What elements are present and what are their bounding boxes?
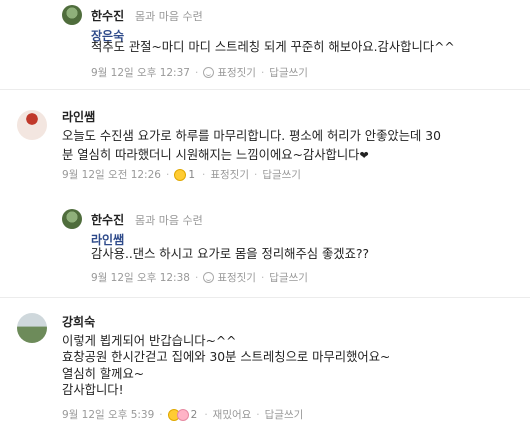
comment-time: 9월 12일 오후 5:39	[62, 409, 155, 421]
comment-text: 척추도 관절~마디 마디 스트레칭 되게 꾸준히 해보아요.감사합니다^^	[91, 40, 455, 54]
divider	[0, 297, 530, 298]
react-button[interactable]: 표정짓기	[210, 167, 249, 182]
avatar[interactable]	[17, 313, 47, 343]
reply-button[interactable]: 답글쓰기	[262, 167, 301, 182]
comment-author[interactable]: 한수진	[91, 7, 124, 24]
reply-button[interactable]: 답글쓰기	[265, 407, 304, 422]
author-tag: 몸과 마음 수련	[135, 10, 203, 23]
comment-text: 분 열심히 따라했더니 시원해지는 느낌이에요~감사합니다❤	[62, 148, 369, 162]
reaction-count[interactable]: 1	[188, 169, 195, 181]
reply-button[interactable]: 답글쓰기	[269, 270, 308, 285]
comment-author[interactable]: 한수진	[91, 211, 124, 228]
divider	[0, 89, 530, 90]
comment-author[interactable]: 강희숙	[62, 313, 95, 330]
react-button[interactable]: 표정짓기	[217, 65, 256, 80]
comment-text: 오늘도 수진샘 요가로 하루를 마무리합니다. 평소에 허리가 안좋았는데 30	[62, 129, 441, 143]
comment-author[interactable]: 라인쌤	[62, 108, 95, 125]
smile-icon	[203, 272, 215, 283]
reaction-count[interactable]: 2	[191, 409, 198, 421]
heart-icon: ❤	[359, 149, 369, 162]
react-button[interactable]: 재밌어요	[213, 407, 252, 422]
laugh-emoji-icon[interactable]	[174, 168, 187, 181]
comment-time: 9월 12일 오후 12:37	[91, 67, 190, 79]
author-tag: 몸과 마음 수련	[135, 214, 203, 227]
avatar[interactable]	[62, 5, 82, 25]
avatar[interactable]	[62, 209, 82, 229]
reply-button[interactable]: 답글쓰기	[269, 65, 308, 80]
comment-time: 9월 12일 오전 12:26	[62, 169, 161, 181]
comment-meta: 9월 12일 오전 12:26 · 1 · 표정짓기 · 답글쓰기	[62, 167, 301, 182]
comment-time: 9월 12일 오후 12:38	[91, 272, 190, 284]
comment-text: 감사합니다!	[62, 383, 124, 397]
comment-text: 감사용..댄스 하시고 요가로 몸을 정리해주심 좋겠죠??	[91, 247, 369, 261]
comment-meta: 9월 12일 오후 12:37 · 표정짓기 · 답글쓰기	[91, 65, 308, 80]
smile-icon	[203, 67, 215, 78]
avatar[interactable]	[17, 110, 47, 140]
comment-meta: 9월 12일 오후 12:38 · 표정짓기 · 답글쓰기	[91, 270, 308, 285]
react-button[interactable]: 표정짓기	[217, 270, 256, 285]
comment-meta: 9월 12일 오후 5:39 · 2 · 재밌어요 · 답글쓰기	[62, 407, 304, 422]
love-emoji-icon[interactable]	[176, 408, 189, 421]
